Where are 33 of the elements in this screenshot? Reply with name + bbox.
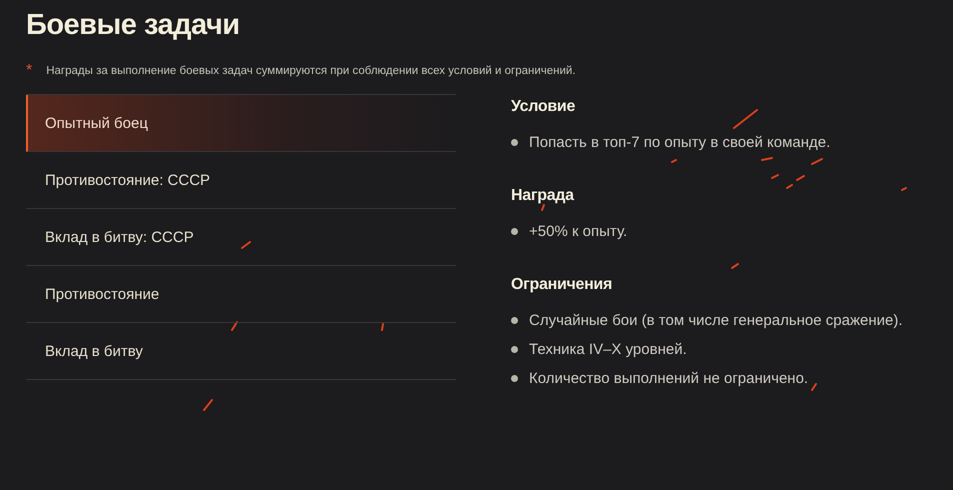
spark [733, 109, 758, 129]
list-item-text: Количество выполнений не ограничено. [529, 370, 808, 387]
task-tab[interactable]: Вклад в битву: СССР [26, 209, 456, 266]
spark [541, 204, 545, 211]
section-heading: Награда [511, 187, 574, 205]
task-tab[interactable]: Вклад в битву [26, 323, 456, 380]
spark [901, 187, 907, 191]
spark [203, 399, 213, 411]
asterisk: * [26, 64, 32, 78]
section-heading: Условие [511, 98, 576, 116]
list-item-text: +50% к опыту. [529, 223, 628, 240]
spark [731, 263, 739, 269]
note-text: Награды за выполнение боевых задач суммируются при соблюдении всех условий и ограничений. [46, 64, 576, 78]
bullet-icon [511, 317, 518, 324]
list-item-text: Техника IV–X уровней. [529, 341, 687, 358]
bullet-icon [511, 346, 518, 353]
task-tab[interactable]: Противостояние [26, 266, 456, 323]
list-item-text: Попасть в топ-7 по опыту в своей команде. [529, 134, 830, 151]
task-tab[interactable]: Противостояние: СССР [26, 152, 456, 209]
spark [381, 323, 384, 331]
task-tab[interactable]: Опытный боец [26, 95, 456, 152]
spark [811, 158, 823, 165]
section-heading: Ограничения [511, 276, 612, 294]
spark [671, 159, 677, 163]
spark [811, 383, 817, 391]
page-title: Боевые задачи [26, 8, 241, 43]
bullet-icon [511, 228, 518, 235]
spark [231, 321, 238, 331]
bullet-icon [511, 139, 518, 146]
spark [241, 241, 251, 249]
spark [761, 157, 773, 161]
bullet-icon [511, 375, 518, 382]
list-item-text: Случайные бои (в том числе генеральное сражение). [529, 312, 903, 329]
